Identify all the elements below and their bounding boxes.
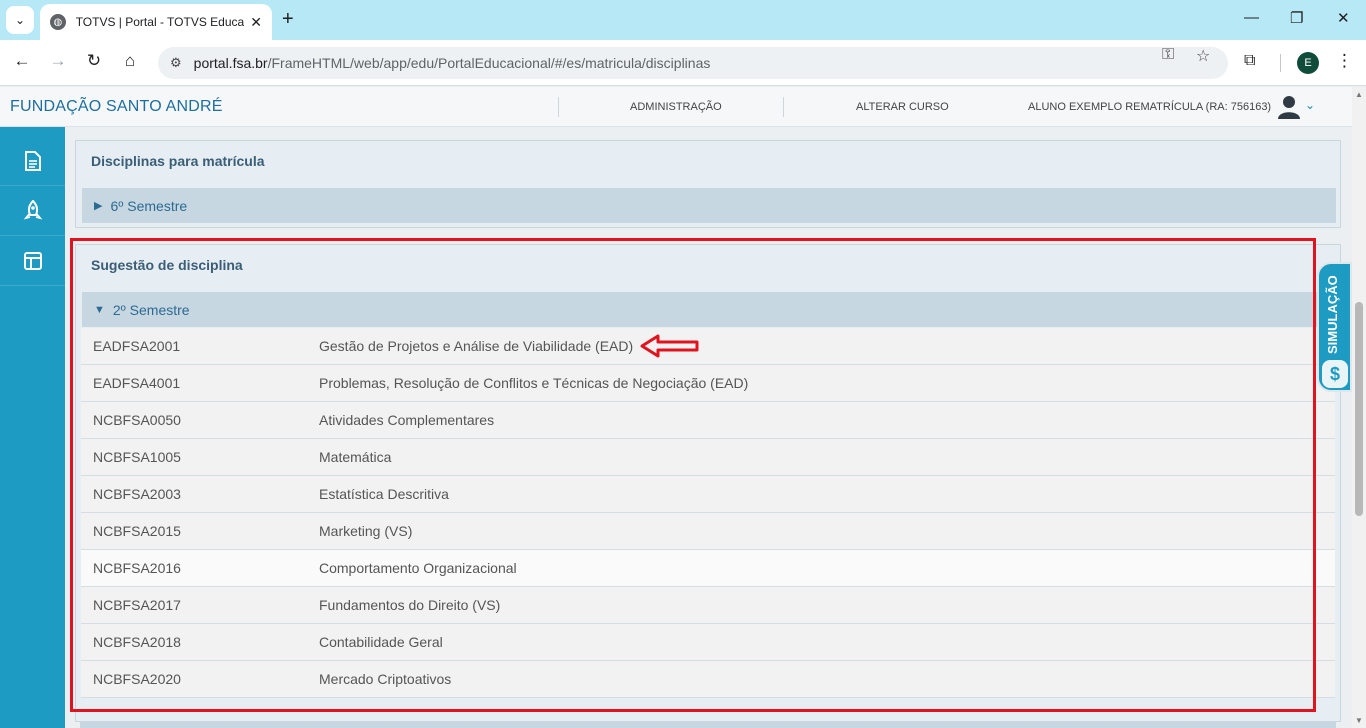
simulation-tab[interactable]: SIMULAÇÃO $ xyxy=(1317,262,1352,392)
user-avatar-icon[interactable] xyxy=(1276,93,1302,119)
user-name-label[interactable]: ALUNO EXEMPLO REMATRÍCULA (RA: 756163) xyxy=(1028,101,1271,113)
discipline-code: NCBFSA1005 xyxy=(93,449,181,465)
reload-icon[interactable]: ↻ xyxy=(82,51,106,71)
discipline-name: Atividades Complementares xyxy=(319,412,495,428)
discipline-code: NCBFSA2020 xyxy=(93,671,181,687)
globe-icon: ◍ xyxy=(50,14,66,30)
discipline-name: Estatística Descritiva xyxy=(319,486,449,502)
discipline-name: Mercado Criptoativos xyxy=(319,671,452,687)
browser-menu-icon[interactable]: ⋮ xyxy=(1336,51,1353,71)
change-course-link[interactable]: ALTERAR CURSO xyxy=(856,101,949,113)
left-arrow-annotation-icon xyxy=(640,334,699,358)
back-arrow-icon[interactable]: ← xyxy=(10,51,34,71)
forward-arrow-icon[interactable]: → xyxy=(46,51,70,71)
expand-triangle-icon: ▶ xyxy=(94,200,103,212)
discipline-name: Marketing (VS) xyxy=(319,523,413,539)
app-header: FUNDAÇÃO SANTO ANDRÉ ADMINISTRAÇÃO ALTER… xyxy=(0,87,1352,127)
url-path: /FrameHTML/web/app/edu/PortalEducacional… xyxy=(267,55,711,71)
header-divider xyxy=(558,97,559,117)
left-sidebar xyxy=(0,127,65,728)
minimize-icon[interactable]: — xyxy=(1244,9,1259,26)
browser-tab[interactable]: ◍ TOTVS | Portal - TOTVS Educacional ✕ xyxy=(40,4,272,40)
discipline-name: Matemática xyxy=(319,449,392,465)
profile-avatar[interactable]: E xyxy=(1297,52,1319,74)
browser-toolbar: ← → ↻ ⌂ ⚙ portal.fsa.br/FrameHTML/web/ap… xyxy=(0,40,1366,86)
discipline-code: NCBFSA0050 xyxy=(93,412,181,428)
table-row[interactable]: NCBFSA2017 Fundamentos do Direito (VS) xyxy=(81,587,1335,624)
layout-panel-icon xyxy=(23,251,42,270)
discipline-code: EADFSA2001 xyxy=(93,338,181,354)
discipline-name: Problemas, Resolução de Conflitos e Técn… xyxy=(319,375,749,391)
semester-6-group[interactable]: ▶ 6º Semestre xyxy=(82,188,1336,223)
table-row[interactable]: EADFSA4001 Problemas, Resolução de Confli… xyxy=(81,365,1335,402)
bookmark-star-icon[interactable]: ☆ xyxy=(1196,46,1210,66)
table-row[interactable]: NCBFSA2015 Marketing (VS) xyxy=(81,513,1335,550)
enrollment-panel: Disciplinas para matrícula ▶ 6º Semestre xyxy=(75,140,1341,228)
discipline-code: NCBFSA2016 xyxy=(93,560,181,576)
semester-6-label: 6º Semestre xyxy=(110,197,188,214)
browser-tab-strip: ⌄ ◍ TOTVS | Portal - TOTVS Educacional ✕… xyxy=(0,0,1366,40)
new-tab-plus-icon[interactable]: + xyxy=(282,8,294,31)
restore-icon[interactable]: ❐ xyxy=(1290,9,1303,27)
discipline-code: NCBFSA2017 xyxy=(93,597,181,613)
table-row[interactable]: NCBFSA2018 Contabilidade Geral xyxy=(81,624,1335,661)
window-close-icon[interactable]: ✕ xyxy=(1337,9,1350,27)
address-bar[interactable]: ⚙ portal.fsa.br/FrameHTML/web/app/edu/Po… xyxy=(158,47,1228,79)
enrollment-panel-title: Disciplinas para matrícula xyxy=(91,153,265,169)
discipline-list: EADFSA2001 Gestão de Projetos e Análise d… xyxy=(81,328,1335,698)
table-row[interactable]: NCBFSA1005 Matemática xyxy=(81,439,1335,476)
table-row[interactable]: NCBFSA2003 Estatística Descritiva xyxy=(81,476,1335,513)
scroll-up-icon[interactable]: ▲ xyxy=(1355,90,1363,99)
toolbar-divider xyxy=(1280,54,1281,72)
discipline-code: NCBFSA2018 xyxy=(93,634,181,650)
password-key-icon[interactable]: ⚿ xyxy=(1162,46,1174,64)
chevron-down-icon[interactable]: ⌄ xyxy=(1305,98,1315,112)
sidebar-item-launch[interactable] xyxy=(0,186,65,236)
table-row[interactable]: NCBFSA2020 Mercado Criptoativos xyxy=(81,661,1335,698)
discipline-name: Comportamento Organizacional xyxy=(319,560,517,576)
admin-link[interactable]: ADMINISTRAÇÃO xyxy=(630,101,722,113)
brand-logo-text[interactable]: FUNDAÇÃO SANTO ANDRÉ xyxy=(10,98,223,116)
discipline-code: EADFSA4001 xyxy=(93,375,181,391)
discipline-name: Contabilidade Geral xyxy=(319,634,443,650)
table-row[interactable]: EADFSA2001 Gestão de Projetos e Análise d… xyxy=(81,328,1335,365)
semester-2-group[interactable]: ▼ 2º Semestre xyxy=(82,292,1336,327)
close-tab-icon[interactable]: ✕ xyxy=(250,14,262,31)
document-icon xyxy=(24,150,41,171)
table-row[interactable]: NCBFSA2016 Comportamento Organizacional xyxy=(81,550,1335,587)
scrollbar-thumb[interactable] xyxy=(1355,302,1363,516)
url-host: portal.fsa.br xyxy=(193,55,268,71)
next-panel-header xyxy=(80,722,1336,728)
home-icon[interactable]: ⌂ xyxy=(118,51,142,71)
extensions-puzzle-icon[interactable]: ⧉ xyxy=(1244,52,1255,70)
dollar-icon: $ xyxy=(1322,360,1348,388)
rocket-icon xyxy=(23,199,42,220)
sidebar-item-documents[interactable] xyxy=(0,136,65,186)
discipline-name: Gestão de Projetos e Análise de Viabilid… xyxy=(319,338,634,354)
semester-2-label: 2º Semestre xyxy=(112,301,190,318)
suggestion-panel-title: Sugestão de disciplina xyxy=(91,257,243,273)
site-info-icon[interactable]: ⚙ xyxy=(170,55,182,71)
table-row[interactable]: NCBFSA0050 Atividades Complementares xyxy=(81,402,1335,439)
tab-search-chevron-icon[interactable]: ⌄ xyxy=(6,6,34,34)
discipline-code: NCBFSA2015 xyxy=(93,523,181,539)
simulation-label: SIMULAÇÃO xyxy=(1325,275,1340,354)
sidebar-item-layout[interactable] xyxy=(0,236,65,286)
header-divider xyxy=(783,97,784,117)
discipline-code: NCBFSA2003 xyxy=(93,486,181,502)
tab-title: TOTVS | Portal - TOTVS Educacional xyxy=(75,15,245,29)
scroll-down-icon[interactable]: ▼ xyxy=(1355,716,1363,725)
collapse-triangle-icon: ▼ xyxy=(94,303,105,316)
discipline-name: Fundamentos do Direito (VS) xyxy=(319,597,501,613)
